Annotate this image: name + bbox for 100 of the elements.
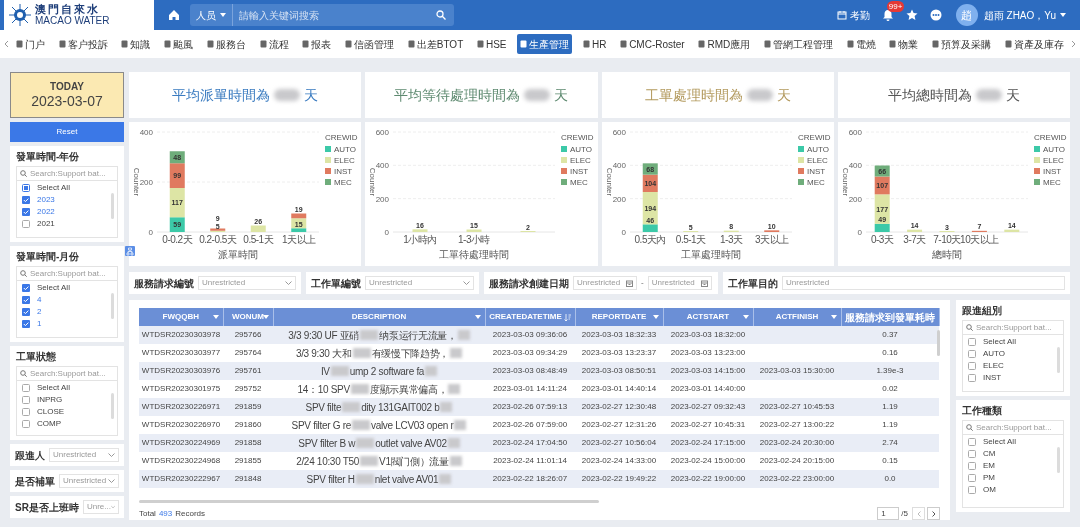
caret-icon[interactable] — [108, 479, 115, 483]
checkbox-label[interactable]: AUTO — [983, 349, 1006, 359]
checkbox[interactable] — [968, 374, 976, 382]
caret-icon[interactable] — [474, 315, 481, 319]
caret-icon[interactable] — [108, 453, 115, 457]
nav-tab[interactable]: RMD應用 — [695, 34, 754, 54]
checkbox[interactable] — [968, 438, 976, 446]
checkbox-label[interactable]: 4 — [37, 295, 42, 305]
caret-icon[interactable] — [652, 315, 659, 319]
nav-tab[interactable]: 知識 — [118, 34, 154, 54]
checkbox-label[interactable]: ELEC — [983, 361, 1004, 371]
nav-tab[interactable]: HSE — [473, 34, 510, 54]
search-field[interactable]: 人员 請輸入关键词搜索 — [190, 4, 454, 26]
nav-tab[interactable]: 生產管理 — [517, 34, 573, 54]
checkbox[interactable] — [968, 338, 976, 346]
checkbox[interactable] — [968, 474, 976, 482]
checkbox-label[interactable]: PM — [983, 473, 995, 483]
checkbox[interactable] — [22, 308, 30, 316]
nav-tab[interactable]: 預算及采購 — [929, 34, 995, 54]
nav-tab[interactable]: 資產及庫存 — [1001, 34, 1067, 54]
search-field[interactable]: Search:Support bat... — [17, 367, 117, 381]
caret-icon[interactable] — [285, 281, 292, 285]
previous-page-button[interactable] — [912, 507, 925, 520]
checkbox[interactable] — [968, 362, 976, 370]
checkbox-label[interactable]: Select All — [37, 183, 70, 193]
checkbox[interactable] — [22, 396, 30, 404]
chevron-left-icon[interactable] — [4, 40, 9, 48]
checkbox-label[interactable]: 2 — [37, 307, 42, 317]
nav-tab[interactable]: 报表 — [299, 34, 335, 54]
home-icon[interactable] — [168, 9, 180, 21]
checkbox-label[interactable]: Select All — [37, 383, 70, 393]
star-icon[interactable] — [905, 9, 918, 21]
checkbox-label[interactable]: INPRG — [37, 395, 63, 405]
checkbox[interactable] — [22, 420, 30, 428]
checkbox-label[interactable]: 2023 — [37, 195, 55, 205]
nav-tab[interactable]: CMC-Roster — [617, 34, 688, 54]
checkbox[interactable] — [22, 220, 30, 228]
checkbox[interactable] — [22, 384, 30, 392]
scrollbar[interactable] — [1057, 347, 1060, 373]
reset-button[interactable]: Reset — [10, 122, 124, 142]
nav-tab[interactable]: HR — [579, 34, 610, 54]
nav-tab[interactable]: 物業 — [886, 34, 922, 54]
more-icon[interactable] — [929, 9, 942, 21]
chevron-left-icon[interactable] — [916, 510, 921, 517]
checkbox[interactable] — [22, 284, 30, 292]
search-icon[interactable] — [436, 10, 446, 20]
nav-tab[interactable]: 门户 — [13, 34, 48, 54]
page-field[interactable]: 1 — [877, 507, 900, 520]
checkbox[interactable] — [968, 350, 976, 358]
checkbox-label[interactable]: Select All — [983, 337, 1016, 347]
scrollbar[interactable] — [111, 193, 114, 219]
caret-icon[interactable] — [830, 315, 837, 319]
nav-tab[interactable]: 出差BTOT — [404, 34, 467, 54]
scrollbar[interactable] — [111, 293, 114, 319]
nav-tab[interactable]: 管網工程管理 — [760, 34, 836, 54]
caret-icon[interactable] — [463, 281, 470, 285]
checkbox-label[interactable]: CLOSE — [37, 407, 65, 417]
scrollbar[interactable] — [937, 330, 940, 356]
search-field[interactable]: Search:Support bat... — [963, 321, 1063, 335]
search-scope-label[interactable]: 人员 — [196, 7, 216, 23]
nav-tab[interactable]: 流程 — [256, 34, 292, 54]
bell-icon[interactable] — [881, 9, 894, 21]
nav-tab[interactable]: 颱風 — [161, 34, 197, 54]
checkbox[interactable] — [22, 320, 30, 328]
checkbox-label[interactable]: INST — [983, 373, 1002, 383]
checkbox[interactable] — [22, 408, 30, 416]
checkbox-label[interactable]: EM — [983, 461, 995, 471]
checkbox[interactable] — [22, 184, 30, 192]
checkbox-label[interactable]: CM — [983, 449, 996, 459]
chevron-right-icon[interactable] — [931, 510, 936, 517]
checkbox-label[interactable]: OM — [983, 485, 996, 495]
checkbox-label[interactable]: 2021 — [37, 219, 55, 229]
nav-tab[interactable]: 客户投訴 — [55, 34, 111, 54]
checkbox-label[interactable]: 1 — [37, 319, 42, 329]
checkbox[interactable] — [22, 208, 30, 216]
caret-icon[interactable] — [262, 315, 269, 319]
next-page-button[interactable] — [927, 507, 940, 520]
checkbox[interactable] — [968, 450, 976, 458]
scrollbar[interactable] — [1057, 447, 1060, 473]
sort-icon[interactable] — [563, 313, 571, 321]
checkbox-label[interactable]: COMP — [37, 419, 61, 429]
nav-tab[interactable]: 信函管理 — [342, 34, 398, 54]
search-field[interactable]: Search:Support bat... — [963, 421, 1063, 435]
sitemap-icon[interactable] — [125, 246, 135, 256]
scrollbar[interactable] — [111, 393, 114, 419]
attendance-button[interactable]: 考勤 — [836, 7, 870, 23]
user-name[interactable]: 趙雨 ZHAO，Yu — [983, 7, 1056, 23]
checkbox[interactable] — [22, 196, 30, 204]
checkbox[interactable] — [968, 486, 976, 494]
search-field[interactable]: Search:Support bat... — [17, 167, 117, 181]
caret-icon[interactable] — [220, 13, 226, 17]
checkbox-label[interactable]: Select All — [37, 283, 70, 293]
checkbox-label[interactable]: 2022 — [37, 207, 55, 217]
search-field[interactable]: Search:Support bat... — [17, 267, 117, 281]
checkbox-label[interactable]: Select All — [983, 437, 1016, 447]
nav-tab[interactable]: 服務台 — [203, 34, 249, 54]
caret-icon[interactable] — [742, 315, 749, 319]
checkbox[interactable] — [968, 462, 976, 470]
scrollbar[interactable] — [139, 500, 599, 503]
caret-icon[interactable] — [1060, 13, 1066, 17]
